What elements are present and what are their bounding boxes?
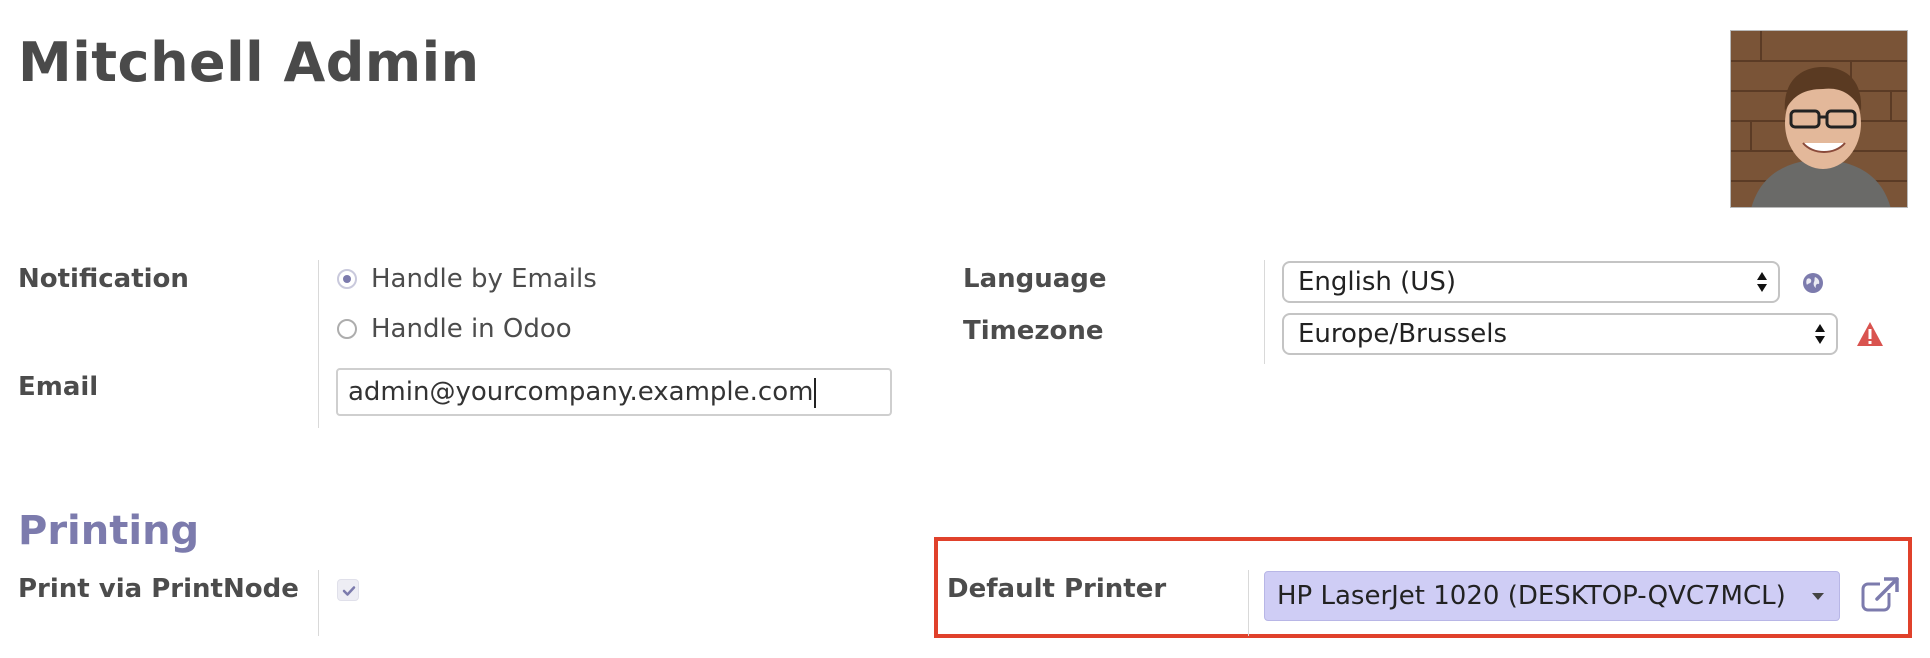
notification-label: Notification (18, 264, 189, 294)
timezone-value: Europe/Brussels (1298, 319, 1508, 349)
timezone-label: Timezone (963, 316, 1104, 346)
email-input[interactable]: admin@yourcompany.example.com (336, 368, 892, 416)
radio-option-odoo[interactable]: Handle in Odoo (337, 312, 717, 346)
chevron-down-icon (1812, 593, 1824, 600)
left-field-divider (318, 260, 319, 428)
email-value: admin@yourcompany.example.com (348, 377, 814, 407)
printing-right-divider (1248, 570, 1249, 636)
default-printer-value: HP LaserJet 1020 (DESKTOP-QVC7MCL) (1277, 581, 1786, 611)
radio-button-selected[interactable] (337, 269, 357, 289)
radio-button[interactable] (337, 319, 357, 339)
default-printer-select[interactable]: HP LaserJet 1020 (DESKTOP-QVC7MCL) (1264, 571, 1840, 621)
radio-label-emails: Handle by Emails (371, 264, 597, 294)
print-via-printnode-label: Print via PrintNode (18, 574, 299, 604)
email-label: Email (18, 372, 99, 402)
printing-left-divider (318, 570, 319, 636)
user-avatar[interactable] (1730, 30, 1908, 208)
language-label: Language (963, 264, 1107, 294)
language-select[interactable]: English (US) (1282, 261, 1780, 303)
text-caret (814, 377, 817, 408)
warning-icon[interactable] (1855, 320, 1885, 348)
checkmark-icon (342, 586, 356, 596)
timezone-select[interactable]: Europe/Brussels (1282, 313, 1838, 355)
right-field-divider (1264, 260, 1265, 364)
section-title-printing: Printing (18, 508, 200, 554)
user-photo-icon (1731, 31, 1907, 207)
radio-option-emails[interactable]: Handle by Emails (337, 262, 717, 296)
select-updown-icon (1815, 324, 1825, 344)
globe-icon[interactable] (1802, 272, 1824, 294)
record-title: Mitchell Admin (18, 31, 480, 94)
radio-label-odoo: Handle in Odoo (371, 314, 572, 344)
external-link-icon[interactable] (1860, 576, 1900, 614)
print-via-printnode-checkbox[interactable] (337, 579, 359, 601)
default-printer-label: Default Printer (947, 574, 1167, 604)
language-value: English (US) (1298, 267, 1456, 297)
select-updown-icon (1757, 272, 1767, 292)
